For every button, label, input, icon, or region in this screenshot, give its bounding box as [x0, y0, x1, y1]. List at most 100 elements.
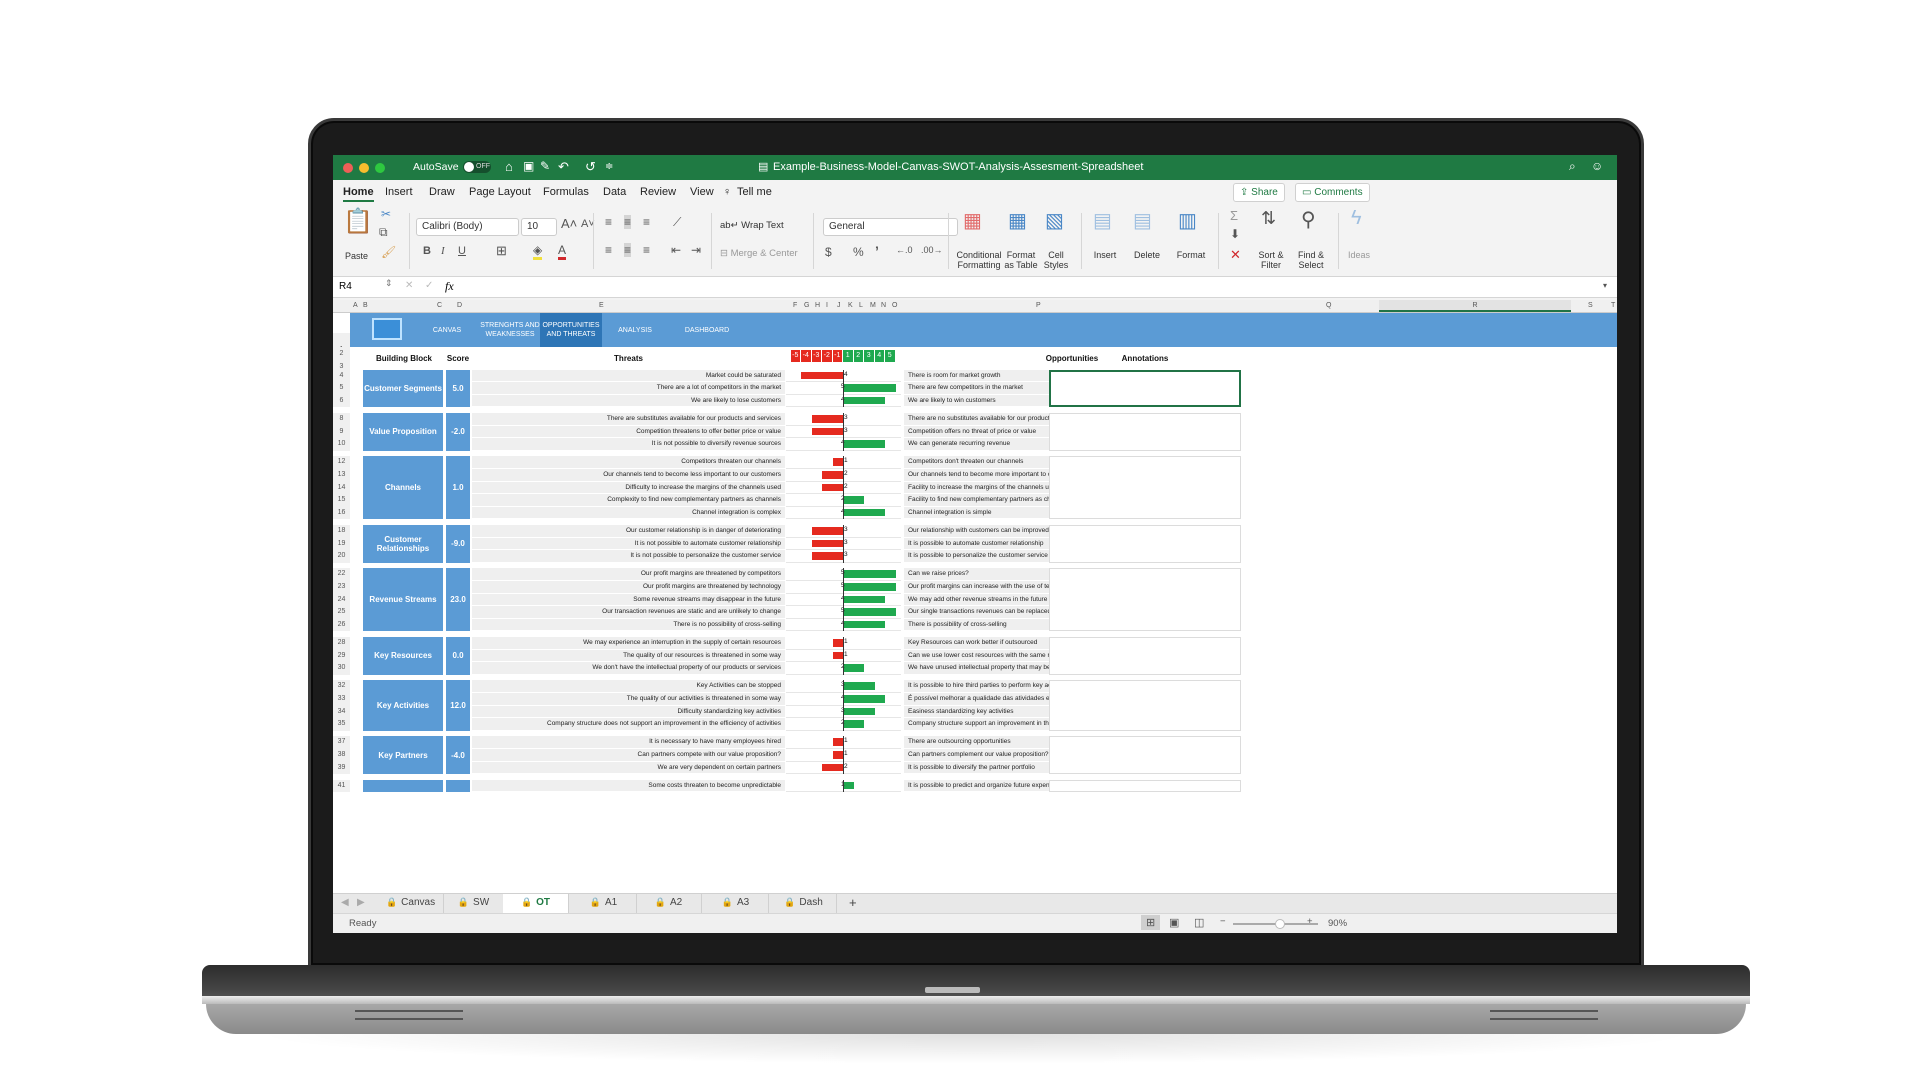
column-header-q[interactable]: Q: [1326, 302, 1331, 309]
row-number[interactable]: 16: [333, 506, 350, 520]
threat-cell[interactable]: There are a lot of competitors in the ma…: [472, 382, 785, 395]
page-layout-view-icon[interactable]: ▣: [1169, 916, 1179, 929]
number-format-select[interactable]: General: [823, 218, 958, 236]
threat-cell[interactable]: Market could be saturated: [472, 369, 785, 383]
home-icon[interactable]: ⌂: [505, 159, 513, 174]
annotation-cell[interactable]: [1049, 680, 1241, 731]
row-number[interactable]: 14: [333, 481, 350, 495]
tell-me-search[interactable]: Tell me: [737, 186, 772, 198]
sheet-tab-a1[interactable]: 🔒 A1: [571, 894, 637, 913]
row-number[interactable]: 19: [333, 537, 350, 551]
delete-button[interactable]: Delete: [1127, 250, 1167, 260]
annotation-cell[interactable]: [1049, 525, 1241, 563]
format-as-table-button[interactable]: Format as Table: [1001, 250, 1041, 270]
row-number[interactable]: 28: [333, 637, 350, 650]
copy-icon[interactable]: ⧉: [379, 225, 388, 240]
threat-cell[interactable]: The quality of our resources is threaten…: [472, 649, 785, 663]
column-header-o[interactable]: O: [892, 302, 897, 309]
column-header-i[interactable]: I: [826, 302, 828, 309]
row-number[interactable]: 15: [333, 494, 350, 507]
page-break-view-icon[interactable]: ◫: [1194, 916, 1204, 929]
threat-cell[interactable]: It is not possible to personalize the cu…: [472, 550, 785, 563]
score-bar-cell[interactable]: 4: [786, 394, 901, 408]
next-sheet-arrow-icon[interactable]: ▶: [357, 897, 365, 908]
score-bar-cell[interactable]: 4: [786, 693, 901, 706]
percent-button[interactable]: %: [853, 245, 864, 259]
column-header-d[interactable]: D: [457, 302, 462, 309]
sheet-tab-canvas[interactable]: 🔒 Canvas: [378, 894, 444, 913]
column-header-p[interactable]: P: [1036, 302, 1041, 309]
nav-link-analysis[interactable]: ANALYSIS: [605, 313, 665, 347]
currency-button[interactable]: $: [825, 245, 832, 259]
threat-cell[interactable]: Some revenue streams may disappear in th…: [472, 593, 785, 607]
cell-styles-button[interactable]: Cell Styles: [1041, 250, 1071, 270]
score-bar-cell[interactable]: 4: [786, 506, 901, 520]
merge-center-button[interactable]: ⊟ Merge & Center: [720, 248, 798, 259]
tab-draw[interactable]: Draw: [429, 186, 455, 198]
score-bar-cell[interactable]: 5: [786, 606, 901, 619]
autosave-toggle[interactable]: OFF: [463, 161, 491, 173]
zoom-in-button[interactable]: +: [1307, 916, 1313, 927]
confirm-edit-icon[interactable]: ✓: [425, 280, 433, 291]
column-header-e[interactable]: E: [599, 302, 604, 309]
row-number[interactable]: 23: [333, 581, 350, 594]
increase-decimal-icon[interactable]: ←.0: [896, 245, 913, 255]
row-number[interactable]: 12: [333, 456, 350, 469]
score-bar-cell[interactable]: 2: [786, 761, 901, 775]
maximize-window-button[interactable]: [375, 163, 385, 173]
row-number[interactable]: 37: [333, 736, 350, 749]
annotation-cell[interactable]: [1049, 568, 1241, 632]
column-header-c[interactable]: C: [437, 302, 442, 309]
sort-filter-button[interactable]: Sort & Filter: [1251, 250, 1291, 270]
orientation-icon[interactable]: ⟋: [673, 215, 681, 230]
sheet-tab-dash[interactable]: 🔒 Dash: [771, 894, 837, 913]
normal-view-icon[interactable]: ⊞: [1141, 915, 1161, 930]
row-number[interactable]: 25: [333, 606, 350, 619]
nav-link-canvas[interactable]: CANVAS: [412, 313, 482, 347]
threat-cell[interactable]: Competitors threaten our channels: [472, 456, 785, 469]
formula-input[interactable]: [468, 281, 1598, 295]
format-button[interactable]: Format: [1171, 250, 1211, 260]
ideas-icon[interactable]: ϟ: [1351, 207, 1362, 230]
sheet-tab-sw[interactable]: 🔒 SW: [441, 894, 507, 913]
threat-cell[interactable]: Channel integration is complex: [472, 506, 785, 520]
find-select-button[interactable]: Find & Select: [1291, 250, 1331, 270]
score-bar-cell[interactable]: 2: [786, 718, 901, 731]
insert-cells-icon[interactable]: ▤: [1093, 208, 1112, 233]
row-number[interactable]: 10: [333, 438, 350, 451]
score-bar-cell[interactable]: 3: [786, 705, 901, 719]
column-header-r[interactable]: R: [1379, 300, 1571, 312]
nav-link-strenghts-and-weaknesses[interactable]: STRENGHTS AND WEAKNESSES: [478, 313, 542, 347]
align-center-icon[interactable]: ≡: [624, 243, 632, 257]
threat-cell[interactable]: There is no possibility of cross-selling: [472, 618, 785, 632]
row-number[interactable]: 6: [333, 394, 350, 408]
threat-cell[interactable]: We may experience an interruption in the…: [472, 637, 785, 650]
increase-font-icon[interactable]: A˄: [561, 216, 577, 231]
row-number[interactable]: 22: [333, 568, 350, 581]
fill-icon[interactable]: ⬇: [1230, 227, 1240, 241]
align-middle-icon[interactable]: ≡: [624, 215, 632, 229]
comments-button[interactable]: ▭ Comments: [1295, 183, 1370, 202]
column-header-b[interactable]: B: [363, 302, 368, 309]
search-icon[interactable]: ⌕: [1569, 159, 1576, 174]
threat-cell[interactable]: It is not possible to diversify revenue …: [472, 438, 785, 451]
feedback-smiley-icon[interactable]: ☺: [1591, 159, 1603, 173]
sheet-tab-a2[interactable]: 🔒 A2: [636, 894, 702, 913]
redo-icon[interactable]: ↺: [585, 159, 596, 175]
row-number[interactable]: 30: [333, 662, 350, 675]
customize-toolbar-icon[interactable]: ≑: [605, 161, 613, 172]
comma-button[interactable]: ’: [875, 243, 879, 259]
row-number[interactable]: 13: [333, 469, 350, 482]
annotation-cell[interactable]: [1049, 456, 1241, 520]
zoom-slider-handle[interactable]: [1274, 919, 1285, 929]
increase-indent-icon[interactable]: ⇥: [691, 243, 701, 257]
threat-cell[interactable]: Competition threatens to offer better pr…: [472, 425, 785, 439]
row-number[interactable]: 41: [333, 779, 350, 793]
zoom-slider-track[interactable]: [1233, 919, 1318, 929]
annotation-cell[interactable]: [1049, 369, 1241, 408]
add-sheet-button[interactable]: +: [849, 895, 857, 910]
column-header-j[interactable]: J: [837, 302, 841, 309]
threat-cell[interactable]: Our profit margins are threatened by tec…: [472, 581, 785, 594]
threat-cell[interactable]: Our channels tend to become less importa…: [472, 469, 785, 482]
score-bar-cell[interactable]: 5: [786, 568, 901, 581]
